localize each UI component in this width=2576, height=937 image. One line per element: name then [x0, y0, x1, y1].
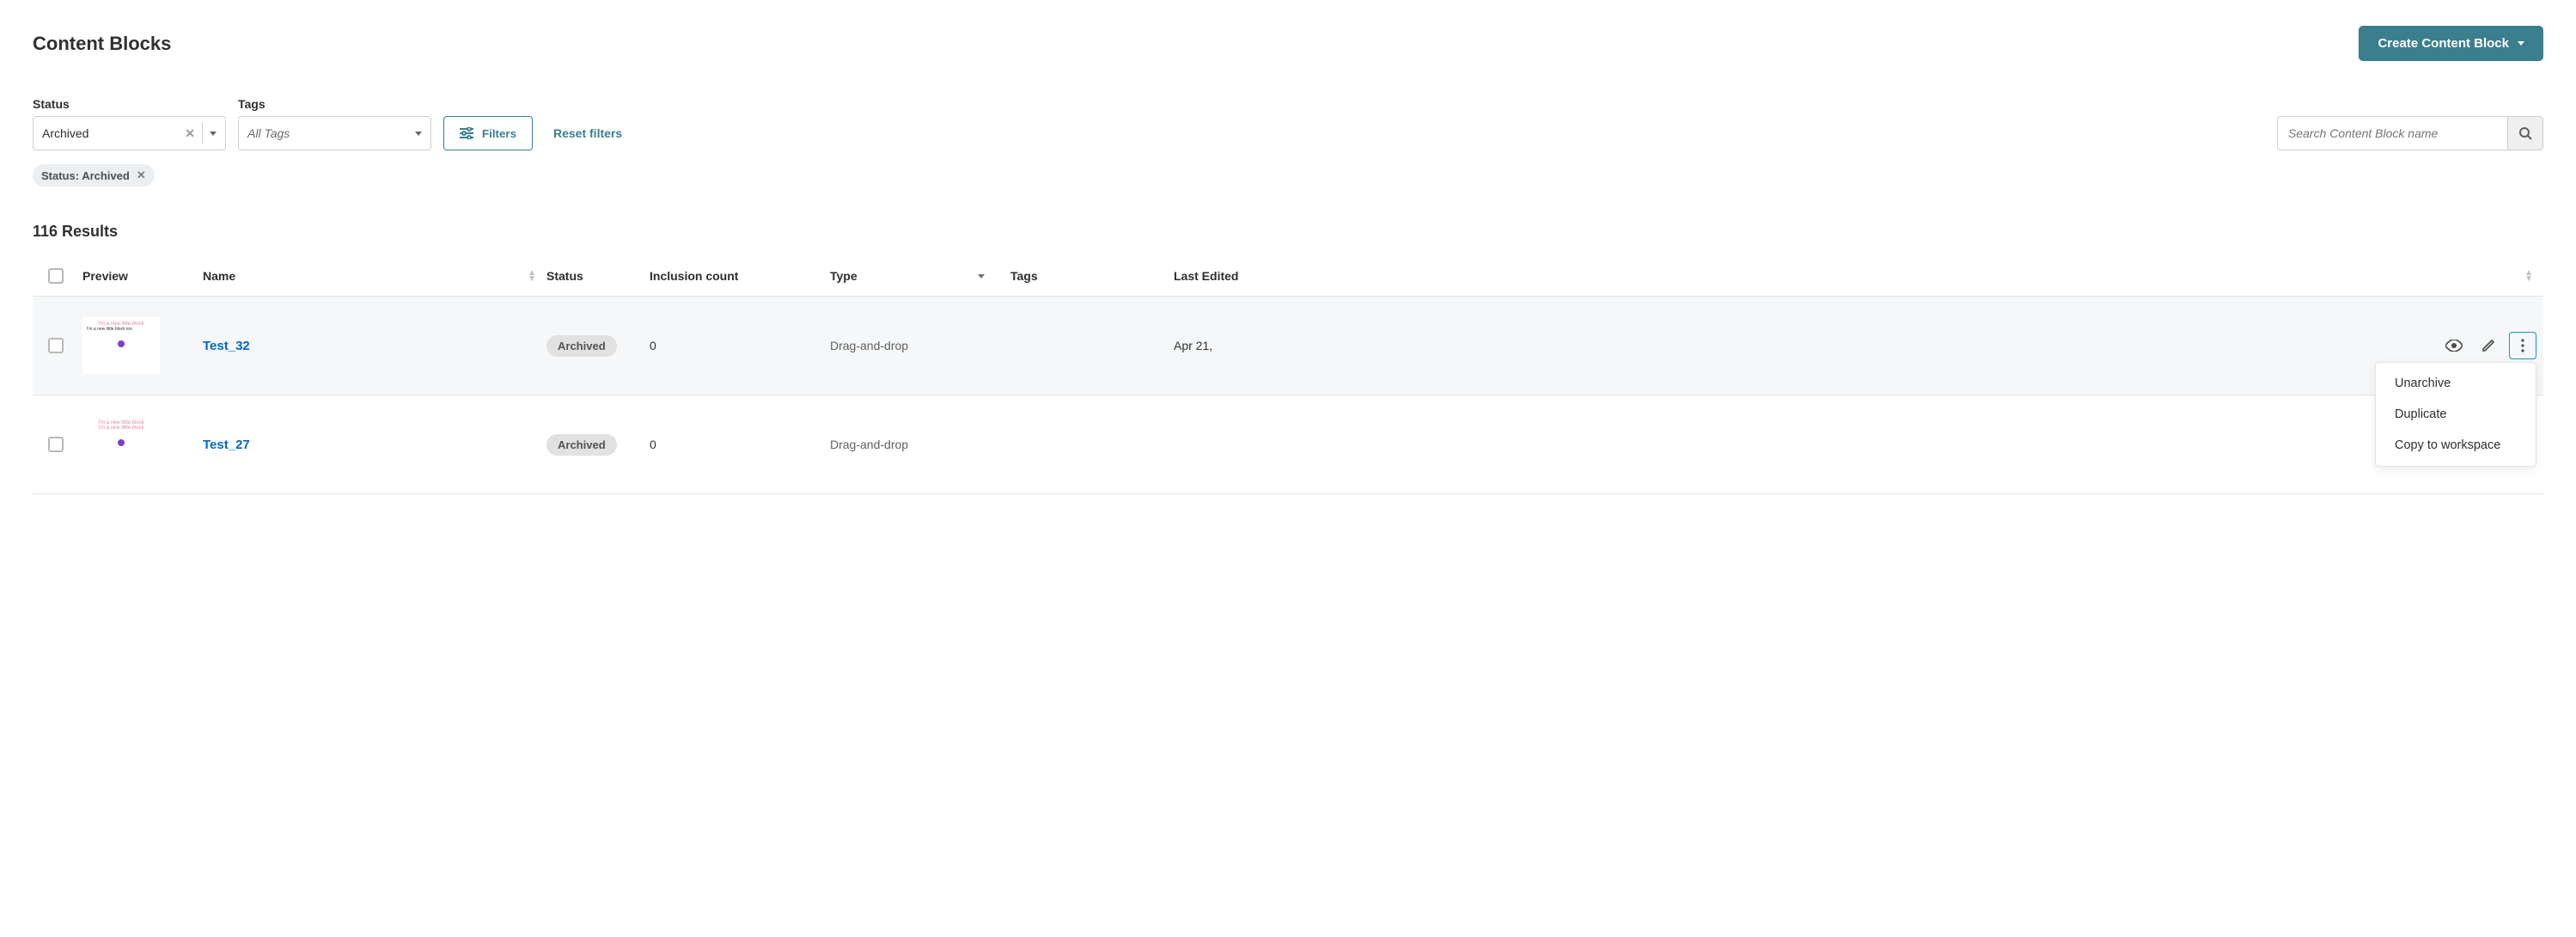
menu-item-unarchive[interactable]: Unarchive: [2376, 368, 2536, 399]
row-checkbox[interactable]: [48, 437, 64, 452]
table-header: Preview Name ▲▼ Status Inclusion count T…: [33, 256, 2543, 297]
row-last-edited: Apr 21,: [1174, 339, 2543, 352]
row-inclusion: 0: [650, 339, 830, 352]
col-last-edited[interactable]: Last Edited ▲▼: [1174, 269, 2543, 283]
status-badge: Archived: [546, 335, 617, 357]
row-checkbox[interactable]: [48, 338, 64, 353]
more-actions-button[interactable]: [2509, 332, 2536, 359]
sort-icon: ▲▼: [528, 270, 546, 282]
sliders-icon: [460, 127, 473, 139]
search-wrap: [2277, 116, 2543, 150]
col-name[interactable]: Name ▲▼: [203, 269, 546, 283]
kebab-icon: [2521, 339, 2524, 352]
filters-button[interactable]: Filters: [443, 116, 533, 150]
filter-chip[interactable]: Status: Archived ✕: [33, 164, 155, 187]
caret-down-icon: [2518, 41, 2524, 46]
search-input[interactable]: [2277, 116, 2507, 150]
search-icon: [2518, 126, 2532, 140]
tags-select[interactable]: All Tags: [238, 116, 431, 150]
col-inclusion: Inclusion count: [650, 269, 830, 283]
preview-action[interactable]: [2440, 332, 2468, 359]
create-content-block-button[interactable]: Create Content Block: [2359, 26, 2543, 61]
row-type: Drag-and-drop: [830, 339, 1010, 352]
menu-item-duplicate[interactable]: Duplicate: [2376, 399, 2536, 430]
chevron-down-icon: [415, 132, 422, 136]
col-type[interactable]: Type: [830, 269, 1010, 283]
status-badge: Archived: [546, 434, 617, 456]
row-actions-menu: Unarchive Duplicate Copy to workspace: [2375, 362, 2536, 467]
status-filter-group: Status Archived ✕: [33, 97, 226, 150]
filter-row: Status Archived ✕ Tags All Tags Filters …: [33, 97, 2543, 150]
row-name-link[interactable]: Test_32: [203, 339, 250, 353]
row-inclusion: 0: [650, 438, 830, 451]
eye-icon: [2445, 340, 2463, 352]
select-divider: [202, 123, 203, 144]
filter-chip-label: Status: Archived: [41, 169, 130, 182]
chevron-down-icon: [210, 132, 217, 136]
tags-select-value: All Tags: [247, 126, 290, 140]
search-button[interactable]: [2507, 116, 2543, 150]
sort-down-icon: [978, 274, 985, 279]
tags-filter-group: Tags All Tags: [238, 97, 431, 150]
reset-filters-link[interactable]: Reset filters: [545, 116, 631, 150]
filters-button-label: Filters: [482, 127, 516, 140]
tags-filter-label: Tags: [238, 97, 431, 111]
status-select[interactable]: Archived ✕: [33, 116, 226, 150]
page-header: Content Blocks Create Content Block: [33, 26, 2543, 61]
row-type: Drag-and-drop: [830, 438, 1010, 451]
results-count: 116 Results: [33, 223, 2543, 241]
status-clear-icon[interactable]: ✕: [185, 126, 195, 141]
sort-icon: ▲▼: [2524, 270, 2543, 282]
preview-thumbnail[interactable]: I'm a new little block I'm a new little …: [82, 416, 160, 473]
menu-item-copy-workspace[interactable]: Copy to workspace: [2376, 430, 2536, 461]
create-button-label: Create Content Block: [2378, 36, 2509, 51]
chip-remove-icon[interactable]: ✕: [137, 168, 146, 182]
select-all-checkbox[interactable]: [48, 268, 64, 284]
status-select-value: Archived: [42, 126, 89, 140]
table-row: I'm a new little block I'm a new little …: [33, 395, 2543, 494]
content-blocks-table: Preview Name ▲▼ Status Inclusion count T…: [33, 256, 2543, 494]
table-row: I'm a new little block I'm a new little …: [33, 297, 2543, 395]
edit-action[interactable]: [2475, 332, 2502, 359]
preview-thumbnail[interactable]: I'm a new little block I'm a new little …: [82, 317, 160, 374]
row-actions: [2440, 332, 2536, 359]
col-preview: Preview: [82, 269, 203, 283]
col-status: Status: [546, 269, 650, 283]
col-tags: Tags: [1010, 269, 1174, 283]
pencil-icon: [2481, 339, 2495, 352]
row-name-link[interactable]: Test_27: [203, 438, 250, 452]
status-filter-label: Status: [33, 97, 226, 111]
page-title: Content Blocks: [33, 33, 171, 55]
